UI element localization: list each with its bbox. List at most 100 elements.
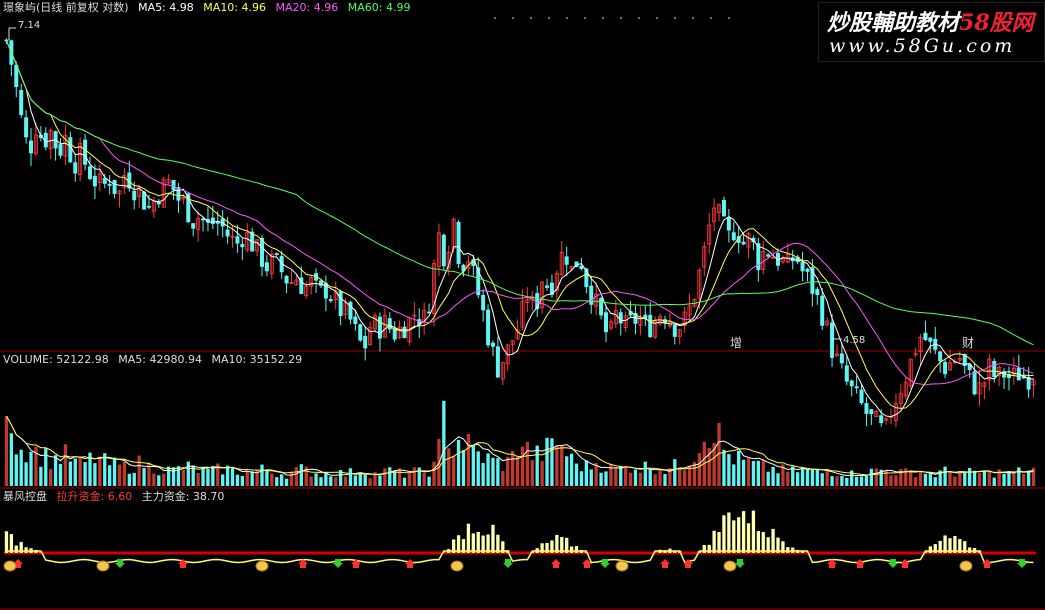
volume-bar <box>363 474 367 486</box>
volume-bar <box>284 478 289 486</box>
volume-readout: VOLUME: 52122.98 <box>3 353 109 366</box>
volume-bar <box>225 465 230 486</box>
volume-bar <box>334 477 338 486</box>
volume-bar <box>579 471 584 486</box>
stock-title: 璟象屿(日线 前复权 对数) <box>3 1 129 14</box>
indicator-bar <box>491 524 495 553</box>
candle-body <box>495 346 500 378</box>
candle-body <box>73 162 78 174</box>
volume-bar <box>196 472 200 486</box>
volume-bar <box>73 458 77 486</box>
volume-bar <box>471 445 475 486</box>
volume-bar <box>658 470 662 486</box>
volume-bar <box>39 466 43 486</box>
money-bag-icon <box>255 560 269 572</box>
volume-bar <box>722 449 726 486</box>
volume-bar <box>14 454 18 486</box>
money-bag-icon <box>3 560 17 572</box>
candle-body <box>387 318 392 330</box>
candle-body <box>88 166 93 180</box>
candle-body <box>800 262 805 272</box>
indicator-bar <box>737 517 741 553</box>
indicator-bar <box>466 523 471 553</box>
main-fund-readout: 主力资金: 38.70 <box>141 490 225 503</box>
volume-bar <box>909 470 913 486</box>
volume-bar <box>501 470 505 486</box>
volume-bar <box>162 473 166 486</box>
volume-bar <box>211 466 215 486</box>
candle-body <box>19 90 24 116</box>
top-marker-dot <box>728 17 730 19</box>
candle-body <box>363 335 368 349</box>
candle-body <box>146 205 151 208</box>
indicator-bar <box>574 546 579 553</box>
money-bag-icon <box>96 560 110 572</box>
ma60-readout: MA60: 4.99 <box>347 1 411 14</box>
volume-bar <box>275 477 279 486</box>
volume-ma10-readout: MA10: 35152.29 <box>211 353 303 366</box>
high-price-label: 7.14 <box>18 20 40 31</box>
volume-bar <box>869 468 874 486</box>
candle-body <box>490 342 495 347</box>
indicator-bar <box>24 547 28 553</box>
volume-bar <box>525 441 530 486</box>
volume-bar <box>565 456 569 486</box>
volume-bar <box>329 476 333 486</box>
indicator-bar <box>14 545 18 553</box>
indicator-bar <box>471 533 475 553</box>
volume-bar <box>545 437 549 486</box>
volume-bar <box>535 445 539 486</box>
volume-bar <box>83 462 87 486</box>
volume-bar <box>417 467 421 486</box>
volume-bar <box>68 461 72 486</box>
volume-bar <box>727 454 731 486</box>
indicator-bar <box>727 512 731 553</box>
candle-body <box>225 229 230 237</box>
volume-bar <box>682 470 687 486</box>
volume-bar <box>972 470 977 486</box>
volume-bar <box>98 456 102 486</box>
volume-bar <box>1002 474 1006 486</box>
volume-bar <box>506 456 510 486</box>
volume-bar <box>673 459 677 486</box>
volume-bar <box>348 468 353 486</box>
volume-bar <box>422 472 426 486</box>
volume-bar <box>958 473 962 486</box>
volume-bar <box>815 469 819 486</box>
candle-body <box>377 316 382 339</box>
volume-bar <box>923 473 928 486</box>
watermark: 炒股輔助教材58股网 www.58Gu.com <box>818 2 1045 62</box>
candle-body <box>92 175 97 187</box>
volume-bar <box>393 470 397 486</box>
candle-body <box>854 386 859 389</box>
volume-bar <box>845 477 849 486</box>
volume-bar <box>589 469 593 486</box>
volume-bar <box>19 449 23 486</box>
volume-bar <box>653 474 657 486</box>
volume-bar <box>245 472 249 486</box>
candle-body <box>731 232 736 241</box>
candle-body <box>830 322 835 358</box>
volume-bar <box>402 477 407 486</box>
candle-body <box>726 217 731 231</box>
volume-bar <box>948 470 952 486</box>
volume-bar <box>982 471 987 486</box>
volume-bar <box>235 474 240 486</box>
indicator-bar <box>569 546 574 553</box>
volume-bar <box>599 472 603 486</box>
volume-bar <box>874 468 878 486</box>
volume-bar <box>889 475 893 486</box>
indicator-bar <box>756 531 760 553</box>
candle-body <box>235 236 240 244</box>
top-marker-dot <box>584 17 586 19</box>
volume-bar <box>761 460 765 486</box>
top-marker-dot <box>692 17 694 19</box>
indicator-bar <box>707 544 711 553</box>
candle-body <box>338 290 343 316</box>
top-marker-dot <box>530 17 532 19</box>
indicator-bar <box>746 523 751 553</box>
candle-body <box>741 241 746 245</box>
volume-bar <box>643 461 647 486</box>
volume-bar <box>609 463 613 486</box>
volume-bar <box>201 466 205 486</box>
